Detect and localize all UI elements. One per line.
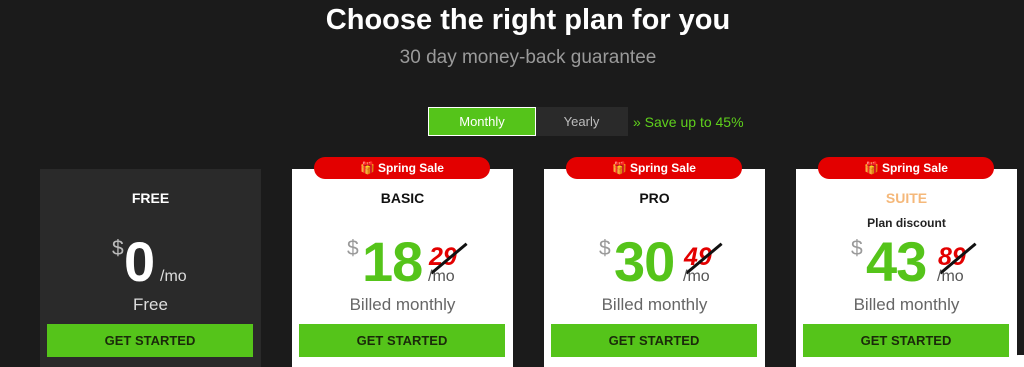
currency-symbol: $ [599,237,611,260]
sale-badge: 🎁 Spring Sale [314,157,490,179]
currency-symbol: $ [851,237,863,260]
plan-name: FREE [131,190,170,206]
get-started-button-pro[interactable]: GET STARTED [551,324,757,357]
plan-card-basic: 🎁 Spring Sale BASIC $ 18 29 /mo Billed mo… [292,157,513,367]
plan-name: SUITE [885,190,928,206]
sale-badge: 🎁 Spring Sale [818,157,994,179]
page-subtitle: 30 day money-back guarantee [399,47,657,68]
price-period: /mo [683,268,710,285]
monthly-toggle-button[interactable]: Monthly [428,107,536,136]
currency-symbol: $ [347,237,359,260]
plan-card-pro: 🎁 Spring Sale PRO $ 30 49 /mo Billed mont… [544,157,765,367]
billing-text: Billed monthly [349,295,456,314]
plan-price: 18 [362,230,423,293]
plan-price: 0 [124,230,155,293]
page-title: Choose the right plan for you [325,4,731,36]
gift-icon: 🎁 [612,161,627,175]
billing-toggle: Monthly Yearly [428,107,628,136]
plan-card-suite: 🎁 Spring Sale SUITE Plan discount $ 43 89… [796,157,1017,367]
get-started-button-basic[interactable]: GET STARTED [299,324,505,357]
get-started-button-suite[interactable]: GET STARTED [803,324,1009,357]
save-note: » Save up to 45% [633,114,744,130]
price-period: /mo [937,268,964,285]
sale-badge-label: Spring Sale [881,161,948,175]
billing-text: Billed monthly [853,295,960,314]
currency-symbol: $ [112,237,124,260]
sale-badge-label: Spring Sale [377,161,444,175]
sale-badge: 🎁 Spring Sale [566,157,742,179]
plan-name: PRO [639,190,670,206]
gift-icon: 🎁 [864,161,879,175]
price-period: /mo [160,268,187,285]
billing-text: Free [133,295,168,314]
billing-text: Billed monthly [601,295,708,314]
yearly-toggle-button[interactable]: Yearly [535,107,628,136]
plan-price: 30 [614,230,675,293]
plan-card-free: FREE $ 0 /mo Free GET STARTED [40,169,261,367]
gift-icon: 🎁 [360,161,375,175]
plan-name: BASIC [380,190,425,206]
plan-discount-note: Plan discount [867,216,946,230]
pricing-page: Choose the right plan for you 30 day mon… [0,0,1024,367]
plan-price: 43 [866,230,927,293]
corner-widget[interactable] [1012,355,1024,367]
sale-badge-label: Spring Sale [629,161,696,175]
price-period: /mo [428,268,455,285]
get-started-button-free[interactable]: GET STARTED [47,324,253,357]
